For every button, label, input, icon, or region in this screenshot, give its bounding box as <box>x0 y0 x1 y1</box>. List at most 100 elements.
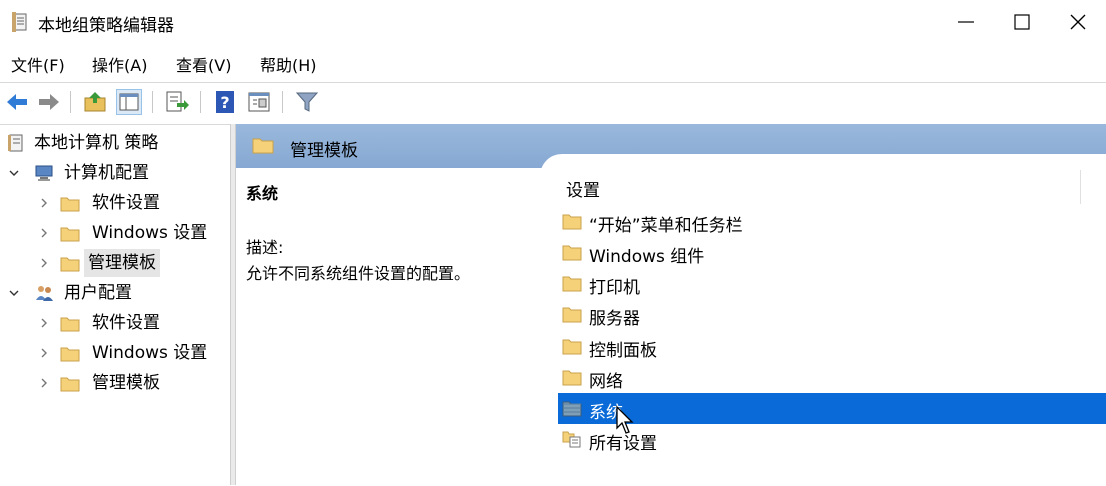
export-list-button[interactable] <box>164 89 190 115</box>
tree-item-label: 软件设置 <box>92 193 160 213</box>
policy-document-icon <box>8 134 23 152</box>
toolbar-separator <box>282 91 283 113</box>
column-divider[interactable] <box>1080 170 1081 204</box>
list-item-system[interactable]: 系统 <box>558 393 1106 424</box>
up-folder-button[interactable] <box>82 89 108 115</box>
description-text: 允许不同系统组件设置的配置。 <box>246 264 471 283</box>
list-item-label: 服务器 <box>589 309 640 329</box>
mouse-pointer-icon <box>616 406 634 434</box>
folder-icon <box>60 377 80 392</box>
export-list-icon <box>166 91 189 112</box>
policy-editor-icon <box>12 12 27 32</box>
show-hide-tree-button[interactable] <box>116 89 142 115</box>
menu-action[interactable]: 操作(A) <box>92 52 147 76</box>
tree-item-label: 软件设置 <box>92 313 160 333</box>
chevron-right-icon[interactable] <box>38 227 50 239</box>
folder-icon <box>252 138 274 154</box>
show-hide-tree-icon <box>119 93 139 111</box>
help-icon: ? <box>216 91 234 113</box>
window-title: 本地组策略编辑器 <box>38 16 174 36</box>
tree-item-computer-software-settings[interactable]: 软件设置 <box>0 189 230 217</box>
chevron-right-icon[interactable] <box>38 197 50 209</box>
tree-item-label: Windows 设置 <box>92 343 208 363</box>
list-item-label: 打印机 <box>589 278 640 298</box>
list-item-label: 控制面板 <box>589 341 657 361</box>
filter-button[interactable] <box>294 89 320 115</box>
folder-icon <box>60 317 80 332</box>
folder-icon <box>60 257 80 272</box>
minimize-icon <box>958 21 974 23</box>
back-button[interactable] <box>4 89 30 115</box>
extended-view-title: 系统 <box>246 184 279 203</box>
list-item-label: “开始”菜单和任务栏 <box>589 216 743 236</box>
chevron-right-icon[interactable] <box>38 377 50 389</box>
toolbar-separator <box>70 91 71 113</box>
folder-icon <box>562 370 582 386</box>
tree-item-label: 计算机配置 <box>64 163 149 183</box>
users-icon <box>36 286 53 301</box>
folder-icon <box>562 339 582 355</box>
details-pane: 管理模板 系统 描述: 允许不同系统组件设置的配置。 设置 “开始”菜单和任务栏… <box>236 124 1106 485</box>
title-bar: 本地组策略编辑器 <box>0 0 1106 44</box>
tree-item-label: 管理模板 <box>92 373 160 393</box>
list-item-all-settings[interactable]: 所有设置 <box>560 424 1106 455</box>
chevron-right-icon[interactable] <box>38 257 50 269</box>
forward-icon <box>39 94 59 110</box>
list-item-label: Windows 组件 <box>589 247 705 267</box>
properties-icon <box>248 92 270 112</box>
close-icon <box>1070 14 1086 30</box>
tree-item-computer-admin-templates[interactable]: 管理模板 <box>0 249 230 277</box>
list-item-start-menu-taskbar[interactable]: “开始”菜单和任务栏 <box>560 206 1106 237</box>
list-item-windows-components[interactable]: Windows 组件 <box>560 237 1106 268</box>
list-item-control-panel[interactable]: 控制面板 <box>560 331 1106 362</box>
folder-icon <box>562 214 582 230</box>
folder-icon <box>60 197 80 212</box>
properties-button[interactable] <box>246 89 272 115</box>
tree-item-root[interactable]: 本地计算机 策略 <box>0 129 230 157</box>
column-header-setting[interactable]: 设置 <box>566 176 600 201</box>
minimize-button[interactable] <box>938 0 994 44</box>
menu-help[interactable]: 帮助(H) <box>260 52 317 76</box>
chevron-down-icon[interactable] <box>8 287 20 299</box>
tree-item-label: Windows 设置 <box>92 223 208 243</box>
navigation-tree: 本地计算机 策略 计算机配置 软件设置 Windows 设置 管理模板 用户配置… <box>0 124 230 486</box>
svg-text:?: ? <box>220 93 229 112</box>
chevron-down-icon[interactable] <box>8 167 20 179</box>
folder-icon <box>562 276 582 292</box>
tree-item-user-admin-templates[interactable]: 管理模板 <box>0 369 230 397</box>
list-item-server[interactable]: 服务器 <box>560 299 1106 330</box>
folder-icon <box>562 401 582 417</box>
tree-item-computer-config[interactable]: 计算机配置 <box>0 159 230 187</box>
folder-icon <box>562 245 582 261</box>
computer-icon <box>35 165 53 181</box>
tree-item-user-config[interactable]: 用户配置 <box>0 279 230 307</box>
details-header-title: 管理模板 <box>290 141 358 161</box>
chevron-right-icon[interactable] <box>38 347 50 359</box>
maximize-button[interactable] <box>994 0 1050 44</box>
toolbar: ? <box>0 82 1106 121</box>
list-item-network[interactable]: 网络 <box>560 362 1106 393</box>
tree-item-computer-windows-settings[interactable]: Windows 设置 <box>0 219 230 247</box>
list-item-printers[interactable]: 打印机 <box>560 268 1106 299</box>
back-icon <box>7 94 27 110</box>
chevron-right-icon[interactable] <box>38 317 50 329</box>
list-panel-corner <box>540 154 1106 194</box>
menu-file[interactable]: 文件(F) <box>11 52 65 76</box>
filter-icon <box>295 92 319 112</box>
close-button[interactable] <box>1050 0 1106 44</box>
help-button[interactable]: ? <box>212 89 238 115</box>
list-item-label: 网络 <box>589 372 623 392</box>
folder-icon <box>60 227 80 242</box>
description-label: 描述: <box>246 238 284 257</box>
tree-item-user-windows-settings[interactable]: Windows 设置 <box>0 339 230 367</box>
menu-view[interactable]: 查看(V) <box>176 52 231 76</box>
toolbar-separator <box>200 91 201 113</box>
all-settings-icon <box>562 431 581 448</box>
folder-icon <box>60 347 80 362</box>
tree-item-label: 管理模板 <box>84 249 160 277</box>
tree-item-user-software-settings[interactable]: 软件设置 <box>0 309 230 337</box>
forward-button[interactable] <box>36 89 62 115</box>
maximize-icon <box>1014 14 1030 30</box>
folder-icon <box>562 307 582 323</box>
tree-item-label: 用户配置 <box>64 283 132 303</box>
